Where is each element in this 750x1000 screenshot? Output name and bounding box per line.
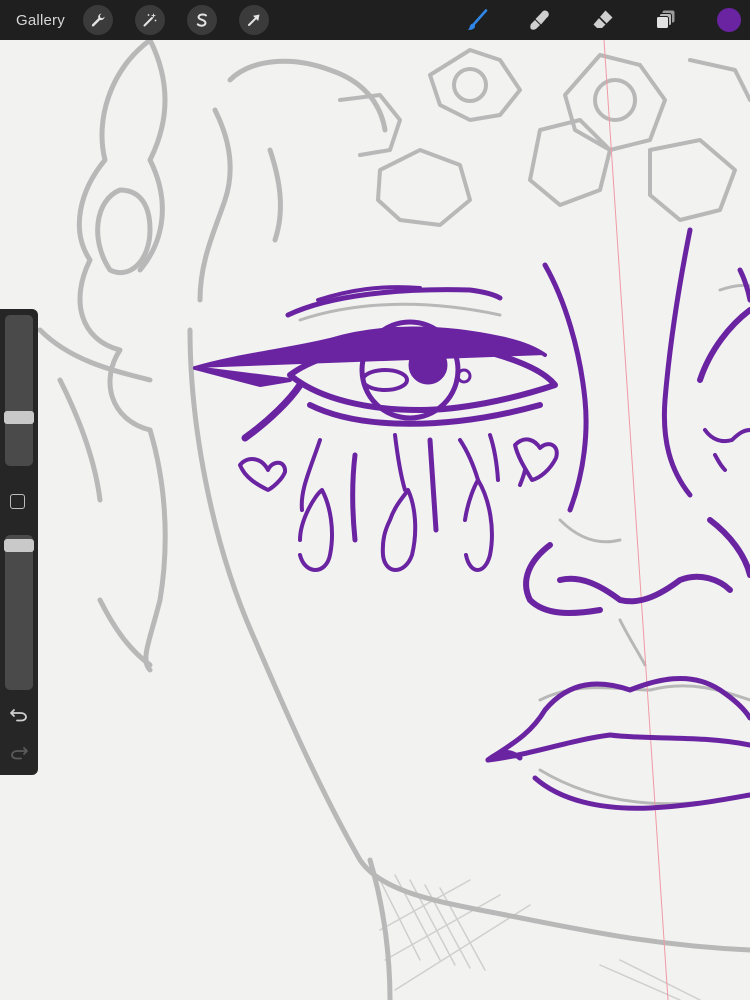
opacity-thumb[interactable] [4,539,34,552]
wrench-icon [91,13,105,27]
procreate-app: Gallery [0,0,750,1000]
undo-button[interactable] [9,706,29,722]
smudge-finger-icon [530,10,549,30]
magic-wand-icon [143,13,157,27]
undo-icon [10,709,27,722]
painting-tools [429,0,750,40]
smudge-tool-button[interactable] [525,5,555,35]
artwork [37,37,750,1000]
redo-icon [11,747,28,760]
actions-button[interactable] [82,5,113,35]
gallery-button[interactable]: Gallery [16,12,65,29]
brush-size-thumb[interactable] [4,411,34,424]
transform-button[interactable] [238,5,269,35]
arrow-cursor-icon [247,14,260,26]
adjustments-button[interactable] [134,5,165,35]
selection-s-icon [196,13,207,27]
eraser-icon [593,10,613,28]
brush-icon [467,9,488,30]
opacity-slider[interactable] [4,535,34,690]
modify-button[interactable] [10,494,25,509]
brush-tool-button[interactable] [462,5,492,35]
eraser-tool-button[interactable] [588,5,618,35]
brush-size-slider[interactable] [4,315,34,466]
pencil-sketch-layer [37,37,750,1000]
color-picker-button[interactable] [717,8,741,32]
layers-button[interactable] [651,5,681,35]
selection-button[interactable] [186,5,217,35]
ink-layer [193,227,750,811]
drawing-canvas[interactable] [0,0,750,1000]
guide-line [603,39,669,1000]
layers-icon [656,10,675,29]
redo-button[interactable] [9,744,29,760]
top-toolbar: Gallery [0,0,750,40]
left-sidebar [0,309,38,775]
